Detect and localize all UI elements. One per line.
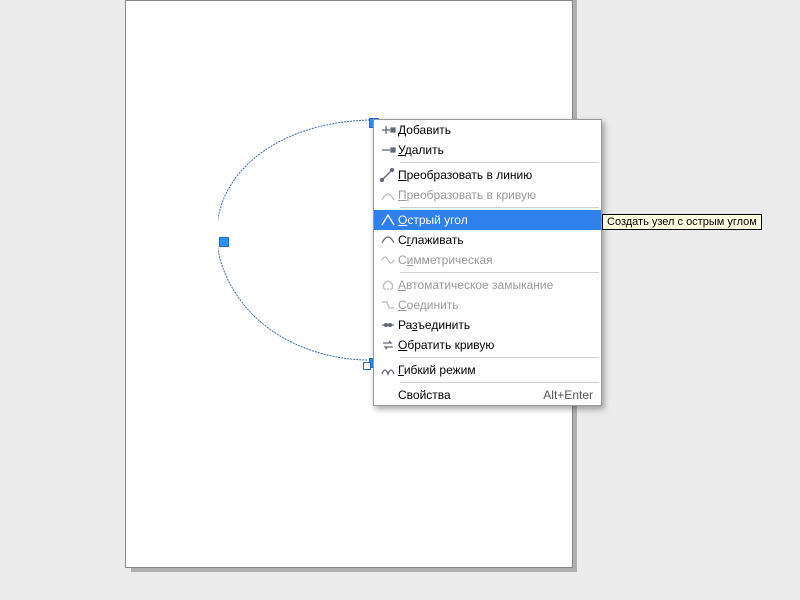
node-add-icon [378,122,398,138]
menu-item-label: Острый угол [398,213,593,227]
menu-item-label: Обратить кривую [398,338,593,352]
menu-item-label: Преобразовать в линию [398,168,593,182]
blank-icon [378,387,398,403]
menu-to-line[interactable]: Преобразовать в линию [374,165,601,185]
smooth-icon [378,232,398,248]
menu-separator [400,207,599,208]
menu-delete[interactable]: Удалить [374,140,601,160]
menu-autoclose: Автоматическое замыкание [374,275,601,295]
menu-break[interactable]: Разъединить [374,315,601,335]
menu-separator [400,272,599,273]
menu-cusp[interactable]: Острый угол [374,210,601,230]
menu-join: Соединить [374,295,601,315]
handle-node[interactable] [363,362,371,370]
node-left[interactable] [219,237,229,247]
symm-icon [378,252,398,268]
to-curve-icon [378,187,398,203]
to-line-icon [378,167,398,183]
menu-separator [400,162,599,163]
join-icon [378,297,398,313]
reverse-icon [378,337,398,353]
cusp-icon [378,212,398,228]
elastic-icon [378,362,398,378]
context-menu: Добавить Удалить Преобразовать в линию Прео… [373,119,602,406]
menu-separator [400,382,599,383]
break-icon [378,317,398,333]
menu-elastic[interactable]: Гибкий режим [374,360,601,380]
menu-properties[interactable]: СвойстваAlt+Enter [374,385,601,405]
menu-item-label: Гибкий режим [398,363,593,377]
menu-item-label: Соединить [398,298,593,312]
menu-smooth[interactable]: Сглаживать [374,230,601,250]
menu-item-label: Преобразовать в кривую [398,188,593,202]
menu-item-label: Симметрическая [398,253,593,267]
autoclose-icon [378,277,398,293]
node-delete-icon [378,142,398,158]
tooltip: Создать узел с острым углом [602,214,762,230]
menu-item-label: Добавить [398,123,593,137]
menu-item-label: Удалить [398,143,593,157]
menu-item-label: Автоматическое замыкание [398,278,593,292]
menu-symmetrical: Симметрическая [374,250,601,270]
menu-shortcut: Alt+Enter [543,388,593,402]
menu-add[interactable]: Добавить [374,120,601,140]
menu-item-label: Сглаживать [398,233,593,247]
menu-reverse[interactable]: Обратить кривую [374,335,601,355]
menu-to-curve: Преобразовать в кривую [374,185,601,205]
menu-item-label: Разъединить [398,318,593,332]
menu-item-label: Свойства [398,388,543,402]
menu-separator [400,357,599,358]
